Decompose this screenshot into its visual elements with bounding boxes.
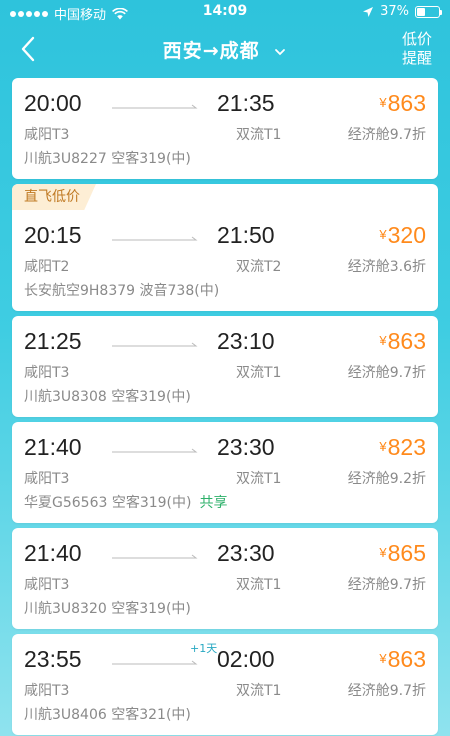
arrival-time: 23:10 bbox=[217, 328, 275, 354]
route-arrow-icon bbox=[112, 342, 198, 347]
flight-number-aircraft: 川航3U8320 空客319(中) bbox=[24, 601, 191, 617]
cabin-discount: 经济舱9.7折 bbox=[347, 683, 426, 699]
route-title: 西安→成都 bbox=[162, 40, 260, 62]
flight-card[interactable]: 20:00 21:35 ¥863 咸阳T3 双流T1 经济舱9.7折川航3U8227 空客… bbox=[12, 78, 438, 179]
cabin-discount: 经济舱9.7折 bbox=[347, 365, 426, 381]
flight-info: 川航3U8227 空客319(中) bbox=[24, 148, 191, 168]
flight-info: 长安航空9H8379 波音738(中) bbox=[24, 280, 219, 300]
price-alert-label-2: 提醒 bbox=[401, 49, 432, 67]
departure-time: 21:40 bbox=[24, 434, 82, 460]
departure-time: 21:40 bbox=[24, 540, 82, 566]
departure-time: 20:00 bbox=[24, 90, 82, 116]
status-bar: 中国移动 14:09 37% bbox=[0, 0, 450, 24]
flight-info: 川航3U8308 空客319(中) bbox=[24, 386, 191, 406]
price-value: 823 bbox=[387, 434, 426, 460]
arrival-airport: 双流T1 bbox=[236, 683, 282, 699]
next-day-tag: +1天 bbox=[190, 642, 218, 655]
price-alert-label-1: 低价 bbox=[401, 30, 432, 48]
price-alert-button[interactable]: 低价 提醒 bbox=[402, 30, 432, 68]
flight-card[interactable]: 23:55 +1天 02:00 ¥863 咸阳T3 双流T1 经济舱9.7折川航3U8406… bbox=[12, 634, 438, 735]
price: ¥863 bbox=[379, 90, 426, 117]
status-right: 37% bbox=[362, 4, 442, 19]
battery-fill bbox=[417, 7, 425, 16]
cabin-discount: 经济舱3.6折 bbox=[347, 259, 426, 275]
cabin-discount: 经济舱9.2折 bbox=[347, 471, 426, 487]
price-value: 863 bbox=[387, 90, 426, 116]
price-value: 865 bbox=[387, 540, 426, 566]
departure-airport: 咸阳T3 bbox=[24, 127, 70, 143]
price-value: 863 bbox=[387, 328, 426, 354]
flight-card[interactable]: 直飞低价 20:15 21:50 ¥320 咸阳T2 双流T2 经济舱3.6折长安航空9H8… bbox=[12, 184, 438, 311]
price: ¥320 bbox=[379, 222, 426, 249]
chevron-down-icon bbox=[275, 48, 286, 55]
departure-airport: 咸阳T3 bbox=[24, 577, 70, 593]
location-arrow-icon bbox=[363, 6, 374, 17]
arrival-airport: 双流T1 bbox=[236, 127, 282, 143]
flight-number-aircraft: 长安航空9H8379 波音738(中) bbox=[24, 283, 220, 299]
arrival-time: 23:30 bbox=[217, 434, 275, 460]
departure-time: 23:55 bbox=[24, 646, 82, 672]
currency-symbol: ¥ bbox=[379, 439, 387, 454]
route-arrow-icon bbox=[112, 554, 198, 559]
flight-number-aircraft: 川航3U8227 空客319(中) bbox=[24, 151, 191, 167]
currency-symbol: ¥ bbox=[379, 227, 387, 242]
currency-symbol: ¥ bbox=[379, 545, 387, 560]
currency-symbol: ¥ bbox=[379, 651, 387, 666]
route-arrow-icon bbox=[112, 104, 198, 109]
route-arrow-icon bbox=[112, 448, 198, 453]
cabin-discount: 经济舱9.7折 bbox=[347, 127, 426, 143]
flight-number-aircraft: 川航3U8308 空客319(中) bbox=[24, 389, 191, 405]
flight-card[interactable]: 21:25 23:10 ¥863 咸阳T3 双流T1 经济舱9.7折川航3U8308 空客… bbox=[12, 316, 438, 417]
departure-airport: 咸阳T3 bbox=[24, 365, 70, 381]
arrival-airport: 双流T1 bbox=[236, 471, 282, 487]
arrival-time: 02:00 bbox=[217, 646, 275, 672]
flight-number-aircraft: 华夏G56563 空客319(中) bbox=[24, 495, 192, 511]
battery-percent: 37% bbox=[380, 4, 409, 19]
currency-symbol: ¥ bbox=[379, 95, 387, 110]
price-value: 863 bbox=[387, 646, 426, 672]
price: ¥863 bbox=[379, 646, 426, 673]
codeshare-tag: 共享 bbox=[199, 495, 228, 511]
departure-time: 20:15 bbox=[24, 222, 82, 248]
departure-airport: 咸阳T3 bbox=[24, 471, 70, 487]
battery-icon bbox=[415, 5, 442, 18]
low-price-badge: 直飞低价 bbox=[12, 184, 96, 210]
route-arrow-icon bbox=[112, 660, 198, 665]
flight-number-aircraft: 川航3U8406 空客321(中) bbox=[24, 707, 191, 723]
flight-card[interactable]: 21:40 23:30 ¥823 咸阳T3 双流T1 经济舱9.2折华夏G56563 空客… bbox=[12, 422, 438, 523]
flight-info: 川航3U8320 空客319(中) bbox=[24, 598, 191, 618]
route-selector[interactable]: 西安→成都 bbox=[0, 36, 450, 63]
price: ¥865 bbox=[379, 540, 426, 567]
currency-symbol: ¥ bbox=[379, 333, 387, 348]
departure-airport: 咸阳T2 bbox=[24, 259, 70, 275]
flight-card[interactable]: 21:40 23:30 ¥865 咸阳T3 双流T1 经济舱9.7折川航3U8320 空客… bbox=[12, 528, 438, 629]
arrival-time: 21:50 bbox=[217, 222, 275, 248]
route-arrow-icon bbox=[112, 236, 198, 241]
nav-bar: 西安→成都 低价 提醒 bbox=[0, 24, 450, 74]
price-value: 320 bbox=[387, 222, 426, 248]
arrival-airport: 双流T2 bbox=[236, 259, 282, 275]
arrival-time: 21:35 bbox=[217, 90, 275, 116]
cabin-discount: 经济舱9.7折 bbox=[347, 577, 426, 593]
price: ¥863 bbox=[379, 328, 426, 355]
flight-info: 川航3U8406 空客321(中) bbox=[24, 704, 191, 724]
arrival-time: 23:30 bbox=[217, 540, 275, 566]
flight-info: 华夏G56563 空客319(中) 共享 bbox=[24, 492, 227, 512]
departure-time: 21:25 bbox=[24, 328, 82, 354]
arrival-airport: 双流T1 bbox=[236, 365, 282, 381]
price: ¥823 bbox=[379, 434, 426, 461]
arrival-airport: 双流T1 bbox=[236, 577, 282, 593]
departure-airport: 咸阳T3 bbox=[24, 683, 70, 699]
